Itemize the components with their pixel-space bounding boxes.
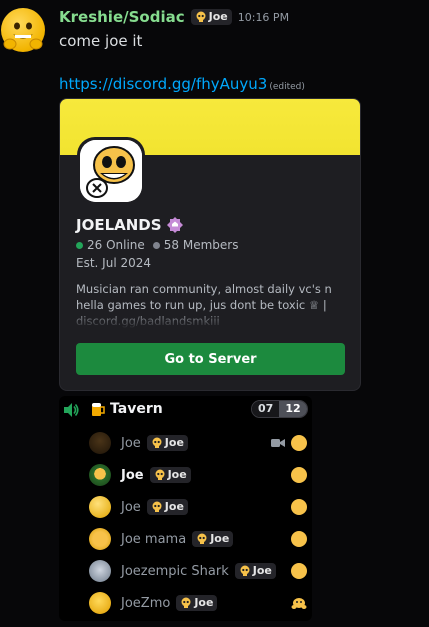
skull-icon	[196, 11, 206, 22]
voice-channel-name[interactable]: Tavern	[110, 401, 163, 417]
description-line: hella games to run up, jus dont be toxic…	[76, 298, 327, 312]
author-guild-tag[interactable]: Joe	[190, 9, 232, 25]
skull-icon	[155, 469, 165, 480]
member-name: Joezempic Shark	[121, 563, 229, 579]
voice-max-count: 12	[279, 401, 307, 417]
member-name: Joe	[121, 467, 144, 483]
member-guild-tag: Joe	[146, 435, 188, 451]
camera-icon	[271, 439, 285, 447]
message-header: Kreshie/Sodiac Joe 10:16 PM	[59, 8, 289, 26]
activity-status-icon	[291, 531, 307, 547]
activity-status-icon	[291, 435, 307, 451]
member-indicators	[291, 467, 307, 483]
go-to-server-button[interactable]: Go to Server	[76, 343, 345, 375]
speaker-icon[interactable]	[62, 401, 80, 419]
voice-user-limit: 07 12	[251, 400, 308, 418]
member-guild-tag: Joe	[176, 595, 218, 611]
skull-icon	[152, 501, 162, 512]
message-text: come joe it	[59, 32, 143, 50]
member-tag-label: Joe	[164, 436, 184, 449]
member-tag-label: Joe	[194, 596, 214, 609]
server-name-row: JOELANDS	[76, 216, 183, 234]
voice-member[interactable]: Joe mama Joe	[89, 525, 311, 553]
beer-mug-icon	[92, 403, 105, 416]
voice-member[interactable]: Joe Joe	[89, 429, 311, 457]
author-name[interactable]: Kreshie/Sodiac	[59, 8, 185, 26]
voice-member[interactable]: Joe Joe	[89, 461, 311, 489]
activity-emoji-icon	[291, 598, 307, 609]
member-guild-tag: Joe	[146, 499, 188, 515]
voice-member[interactable]: Joe Joe	[89, 493, 311, 521]
member-avatar	[89, 528, 111, 550]
member-indicators	[291, 531, 307, 547]
member-tag-label: Joe	[210, 532, 230, 545]
server-name: JOELANDS	[76, 216, 162, 234]
member-tag-label: Joe	[164, 500, 184, 513]
voice-channel-panel: Tavern 07 12 Joe Joe Joe Joe Joe Joe Joe mama J…	[59, 396, 312, 621]
member-name: Joe	[121, 435, 141, 451]
message-link-line: https://discord.gg/fhyAuyu3 (edited)	[59, 75, 305, 93]
server-stats: 26 Online 58 Members	[76, 238, 239, 252]
activity-status-icon	[291, 467, 307, 483]
member-indicators	[291, 595, 307, 611]
member-name: Joe mama	[121, 531, 187, 547]
member-avatar	[89, 464, 111, 486]
online-dot	[76, 241, 83, 249]
skull-icon	[152, 437, 162, 448]
members-dot	[152, 241, 160, 249]
online-count: 26 Online	[87, 238, 145, 252]
activity-status-icon	[291, 499, 307, 515]
description-line: discord.gg/badlandsmkiii	[76, 314, 220, 328]
invite-link[interactable]: https://discord.gg/fhyAuyu3	[59, 75, 267, 93]
member-avatar	[89, 496, 111, 518]
member-avatar	[89, 592, 111, 614]
skull-icon	[240, 565, 250, 576]
member-avatar	[89, 560, 111, 582]
member-indicators	[291, 499, 307, 515]
author-avatar[interactable]	[1, 8, 45, 52]
member-indicators	[271, 435, 307, 451]
member-avatar	[89, 432, 111, 454]
description-line: Musician ran community, almost daily vc'…	[76, 282, 332, 296]
skull-icon	[181, 597, 191, 608]
member-indicators	[291, 563, 307, 579]
member-guild-tag: Joe	[149, 467, 191, 483]
member-count: 58 Members	[163, 238, 239, 252]
member-name: Joe	[121, 499, 141, 515]
member-name: JoeZmo	[121, 595, 171, 611]
member-guild-tag: Joe	[192, 531, 234, 547]
community-badge-icon	[166, 217, 183, 233]
edited-label: (edited)	[269, 82, 305, 92]
established-date: Est. Jul 2024	[76, 256, 151, 270]
server-icon[interactable]	[77, 137, 145, 205]
member-tag-label: Joe	[167, 468, 187, 481]
voice-member[interactable]: JoeZmo Joe	[89, 589, 311, 617]
server-invite-card: JOELANDS 26 Online 58 Members Est. Jul 2…	[59, 98, 361, 391]
activity-status-icon	[291, 563, 307, 579]
member-guild-tag: Joe	[234, 563, 276, 579]
server-description: Musician ran community, almost daily vc'…	[76, 281, 348, 329]
author-tag-label: Joe	[208, 10, 228, 23]
message-timestamp[interactable]: 10:16 PM	[238, 11, 289, 24]
voice-member[interactable]: Joezempic Shark Joe	[89, 557, 311, 585]
skull-icon	[197, 533, 207, 544]
member-tag-label: Joe	[252, 564, 272, 577]
voice-current-count: 07	[252, 401, 280, 417]
